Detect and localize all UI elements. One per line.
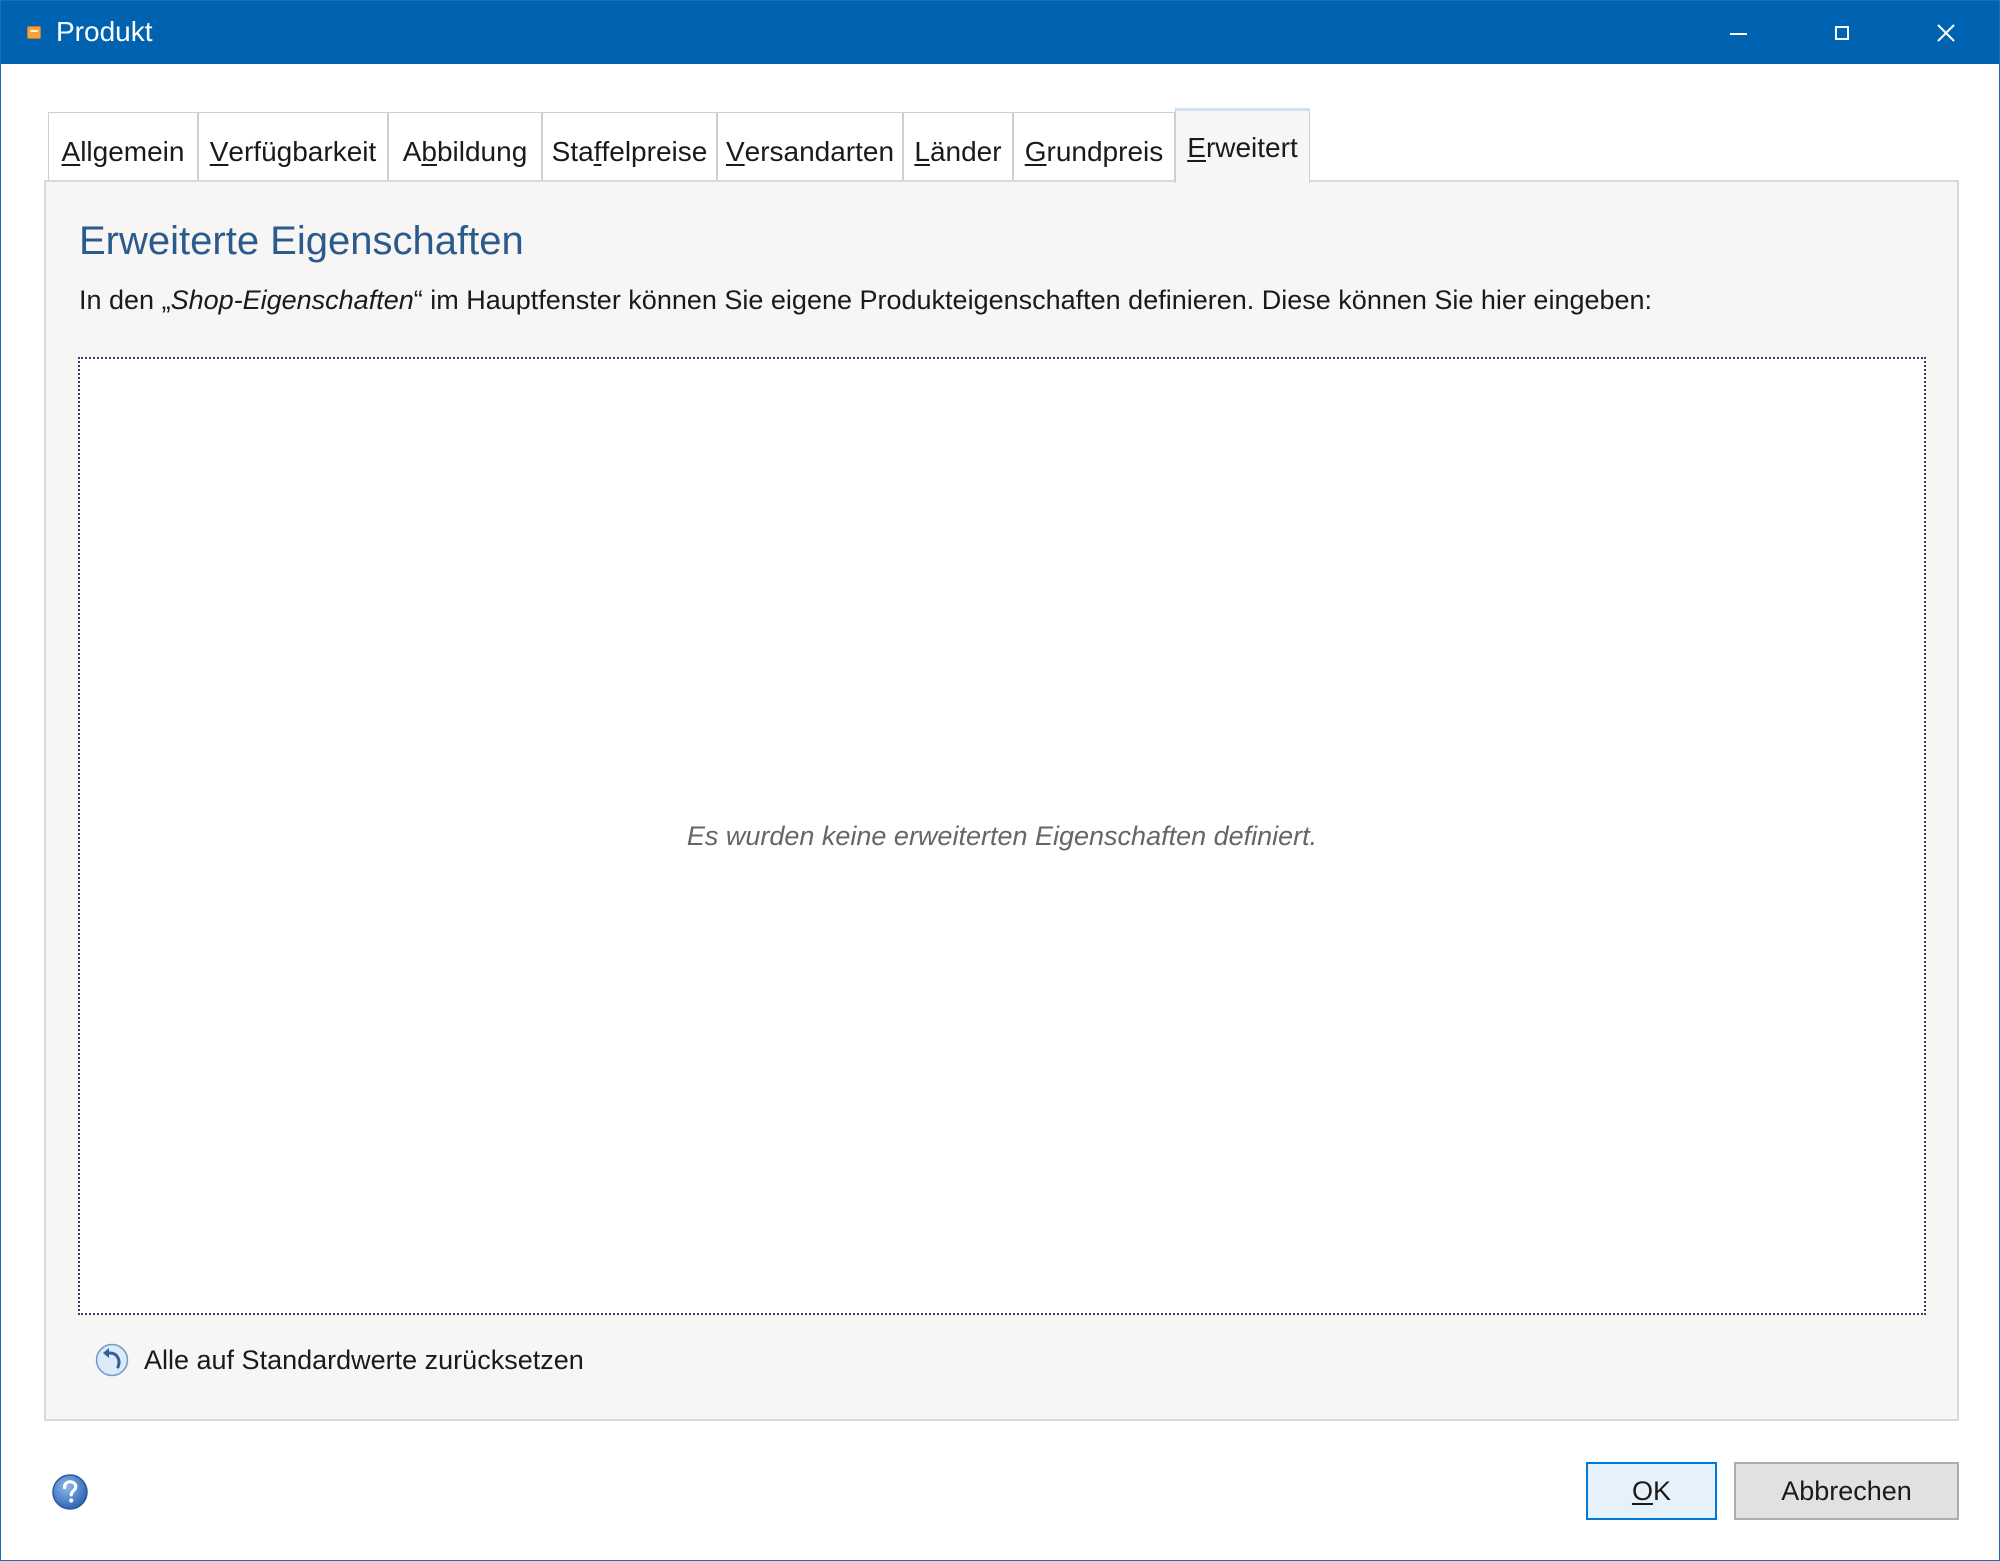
tab-label-prefix: A [402, 135, 422, 167]
tab-label: erfügbarkeit [228, 135, 377, 167]
section-heading: Erweiterte Eigenschaften [79, 219, 524, 263]
undo-arrow-icon [95, 1343, 129, 1377]
ok-button[interactable]: OK [1586, 1462, 1717, 1520]
tab-accelerator: L [914, 135, 930, 167]
reset-defaults-link[interactable]: Alle auf Standardwerte zurücksetzen [95, 1340, 584, 1380]
cancel-button[interactable]: Abbrechen [1734, 1462, 1959, 1520]
maximize-icon [1835, 25, 1849, 40]
tab-label-prefix: Sta [551, 135, 594, 167]
reset-defaults-label: Alle auf Standardwerte zurücksetzen [144, 1344, 584, 1375]
properties-list[interactable]: Es wurden keine erweiterten Eigenschafte… [78, 357, 1926, 1315]
tab-accelerator: V [209, 135, 229, 167]
tab-grundpreis[interactable]: Grundpreis [1013, 112, 1175, 182]
tab-label: rundpreis [1046, 135, 1164, 167]
minimize-button[interactable] [1687, 1, 1789, 64]
product-dialog: Produkt Allgemein Verfügbarkeit Ab bildun… [0, 0, 2000, 1561]
tab-label: bildung [436, 135, 528, 167]
title-bar[interactable]: Produkt [1, 1, 1999, 64]
description-emphasis: Shop-Eigenschaften [170, 285, 414, 315]
tab-accelerator: E [1187, 132, 1206, 163]
description-text: “ im Hauptfenster können Sie eigene Prod… [413, 285, 1653, 315]
tab-staffelpreise[interactable]: Sta f felpreise [542, 112, 717, 182]
tab-accelerator: G [1024, 135, 1047, 167]
product-app-icon [27, 26, 41, 39]
tab-erweitert[interactable]: Erweitert [1175, 108, 1310, 183]
tab-abbildung[interactable]: Ab bildung [388, 112, 542, 182]
tab-label: ersandarten [744, 135, 895, 167]
tab-accelerator: V [725, 135, 745, 167]
help-question-icon[interactable] [51, 1473, 89, 1511]
close-button[interactable] [1895, 1, 1997, 64]
tab-versandarten[interactable]: Versandarten [717, 112, 903, 182]
tab-accelerator: f [593, 135, 602, 167]
tab-label: änder [929, 135, 1002, 167]
maximize-button[interactable] [1791, 1, 1893, 64]
section-description: In den „Shop-Eigenschaften“ im Hauptfens… [79, 285, 1652, 316]
tab-allgemein[interactable]: Allgemein [48, 112, 198, 182]
tab-label: rweitert [1205, 132, 1298, 163]
description-text: In den „ [79, 285, 171, 315]
window-title: Produkt [56, 16, 153, 47]
tab-laender[interactable]: Länder [903, 112, 1013, 182]
minimize-icon [1729, 32, 1747, 35]
tab-label: felpreise [601, 135, 708, 167]
tab-label: llgemein [80, 135, 185, 167]
tab-verfuegbarkeit[interactable]: Verfügbarkeit [198, 112, 388, 182]
ok-label: K [1653, 1475, 1672, 1506]
ok-accelerator: O [1631, 1475, 1653, 1506]
tab-accelerator: A [61, 135, 81, 167]
close-icon [1937, 23, 1955, 42]
tab-accelerator: b [421, 135, 437, 167]
empty-message: Es wurden keine erweiterten Eigenschafte… [686, 821, 1318, 851]
